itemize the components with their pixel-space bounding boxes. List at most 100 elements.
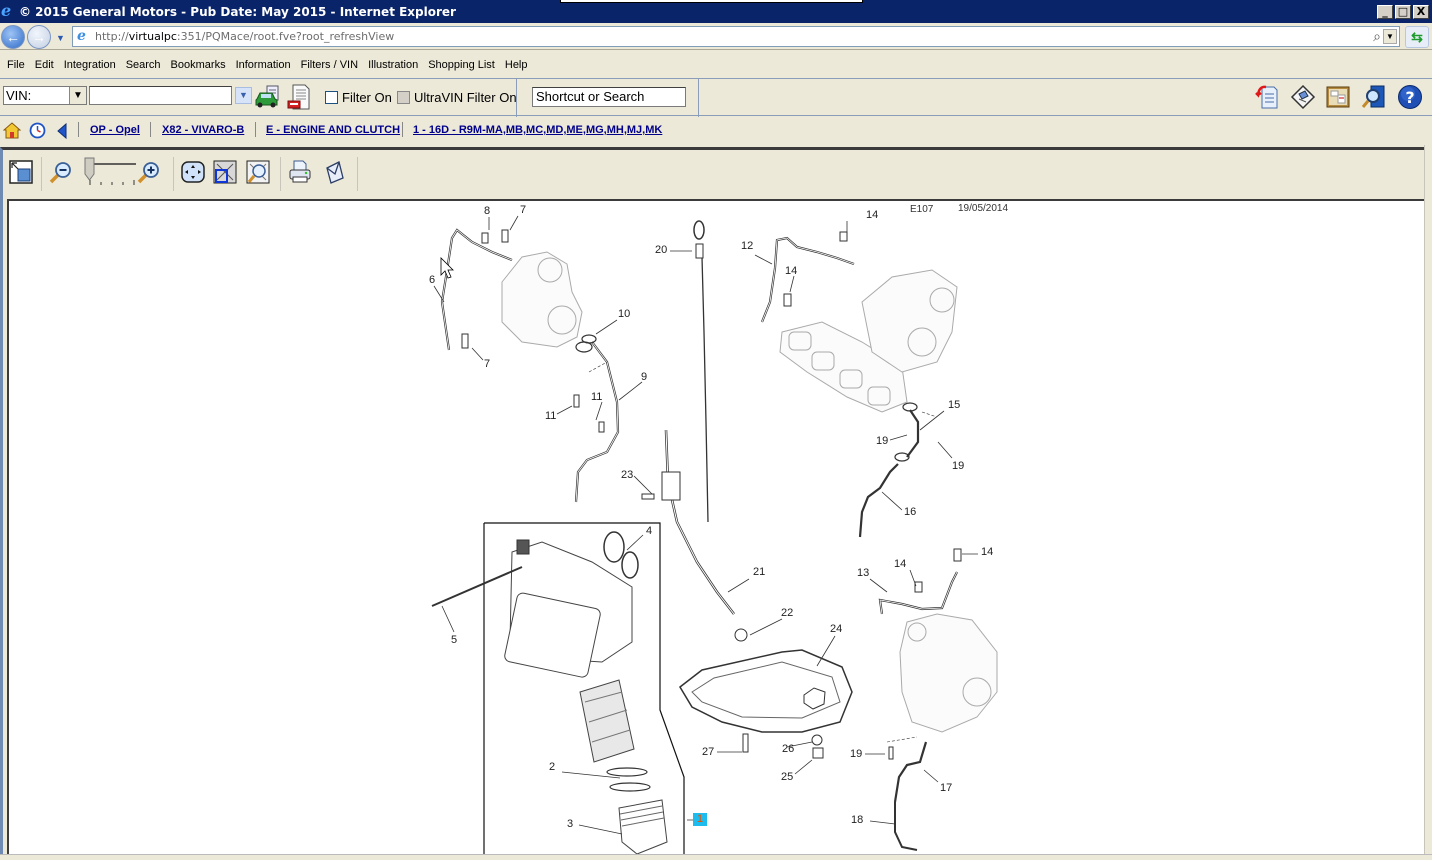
callout-label[interactable]: 8 [484,205,490,217]
callout-label[interactable]: 7 [484,358,490,370]
printer-icon [289,160,311,183]
send-email-button[interactable] [323,160,347,184]
bulletin-board-button[interactable] [1325,83,1351,111]
back-button[interactable]: ← [1,25,25,49]
search-icon[interactable]: ⌕ [1373,28,1381,45]
callout-label[interactable]: 6 [429,274,435,286]
callout-label[interactable]: 25 [781,771,793,783]
triangle-left-icon [57,122,67,139]
help-button[interactable]: ? [1396,83,1424,111]
callout-label[interactable]: 19 [876,435,888,447]
callout-label[interactable]: 17 [940,782,952,794]
filter-on-box[interactable] [325,91,338,104]
fit-window-button[interactable] [9,160,33,184]
zoom-area-button[interactable] [213,160,237,184]
zoom-area-icon [213,160,237,184]
menu-filters-vin[interactable]: Filters / VIN [300,59,359,71]
callout-label[interactable]: 23 [621,469,633,481]
menu-illustration[interactable]: Illustration [367,59,419,71]
vehicle-document-button[interactable] [286,83,312,111]
catalog-button[interactable] [1290,83,1316,111]
menu-information[interactable]: Information [235,59,292,71]
callout-label[interactable]: 2 [549,761,555,773]
breadcrumb-make[interactable]: OP - Opel [90,124,140,136]
callout-label[interactable]: 19 [850,748,862,760]
clock-icon [29,122,45,139]
zoom-in-button[interactable] [137,160,161,184]
forward-button[interactable]: → [27,25,51,49]
callout-label[interactable]: 18 [851,814,863,826]
oil-feed-pipe-12 [760,236,855,323]
callout-label[interactable]: 14 [981,546,993,558]
pan-button[interactable] [181,160,205,184]
zoom-out-button[interactable] [49,160,73,184]
ultravin-filter-checkbox[interactable]: UltraVIN Filter On [397,90,517,105]
callout-label[interactable]: 14 [894,558,906,570]
maximize-button[interactable]: □ [1395,4,1411,19]
breadcrumb-section[interactable]: 1 - 16D - R9M-MA,MB,MC,MD,ME,MG,MH,MJ,MK [413,124,662,136]
filter-on-checkbox[interactable]: Filter On [325,90,392,105]
history-button[interactable] [28,122,46,139]
home-icon [3,122,21,139]
address-input[interactable]: e http://virtualpc:351/PQMace/root.fve?r… [72,26,1400,47]
menu-search[interactable]: Search [125,59,162,71]
menu-help[interactable]: Help [504,59,529,71]
callout-label[interactable]: 10 [618,308,630,320]
callout-label[interactable]: 11 [591,391,602,403]
callout-label[interactable]: 4 [646,525,652,537]
callout-label[interactable]: 9 [641,371,647,383]
url-text: http://virtualpc:351/PQMace/root.fve?roo… [95,30,395,43]
callout-label[interactable]: 27 [702,746,714,758]
illustration-canvas[interactable]: E107 19/05/2014 8 7 6 7 10 9 11 11 20 23… [7,199,1424,858]
vehicle-lookup-button[interactable] [255,84,281,110]
callout-label[interactable]: 20 [655,244,667,256]
menu-shopping-list[interactable]: Shopping List [427,59,496,71]
breadcrumb-separator [255,122,256,137]
back-navigation-button[interactable] [55,122,69,139]
close-button[interactable]: X [1413,4,1429,19]
refresh-button[interactable]: ⇆ [1405,26,1429,48]
menu-file[interactable]: File [6,59,26,71]
arrow-left-icon: ← [6,29,20,45]
callout-label[interactable]: 22 [781,607,793,619]
callout-label[interactable]: 15 [948,399,960,411]
toolbar-divider [280,157,281,191]
home-button[interactable] [3,122,21,139]
callout-label[interactable]: 16 [904,506,916,518]
illustration-code: E107 [910,204,934,215]
vin-type-select[interactable]: VIN: ▼ [3,86,87,105]
menu-edit[interactable]: Edit [34,59,55,71]
search-book-button[interactable] [1361,83,1387,111]
dipstick-20 [701,256,709,523]
callout-label[interactable]: 14 [785,265,797,277]
address-dropdown-button[interactable]: ▼ [1383,29,1397,44]
callout-label[interactable]: 14 [866,209,878,221]
minimize-button[interactable]: _ [1377,4,1393,19]
vin-input[interactable] [89,86,232,105]
menu-bookmarks[interactable]: Bookmarks [170,59,227,71]
callout-label[interactable]: 24 [830,623,842,635]
zoom-slider[interactable] [83,156,139,188]
return-document-button[interactable] [1254,83,1280,111]
shortcut-search-input[interactable]: Shortcut or Search [532,87,686,107]
callout-label[interactable]: 11 [545,410,556,422]
print-button[interactable] [288,160,312,184]
callout-label[interactable]: 7 [520,204,526,216]
zoom-fit-button[interactable] [246,160,270,184]
callout-label[interactable]: 5 [451,634,457,646]
filter-cap-3 [618,799,668,855]
vin-history-dropdown[interactable]: ▼ [235,87,252,104]
breadcrumb-group[interactable]: E - ENGINE AND CLUTCH [266,124,400,136]
callout-label[interactable]: 3 [567,818,573,830]
callout-label[interactable]: 26 [782,743,794,755]
callout-label[interactable]: 19 [952,460,964,472]
menu-integration[interactable]: Integration [63,59,117,71]
breadcrumb-separator [150,122,151,137]
breadcrumb-model[interactable]: X82 - VIVARO-B [162,124,244,136]
callout-label[interactable]: 13 [857,567,869,579]
selected-callout-1[interactable]: 1 [693,813,707,826]
ultravin-filter-box[interactable] [397,91,410,104]
callout-label[interactable]: 21 [753,566,765,578]
history-dropdown-icon[interactable]: ▼ [56,33,65,43]
callout-label[interactable]: 12 [741,240,753,252]
